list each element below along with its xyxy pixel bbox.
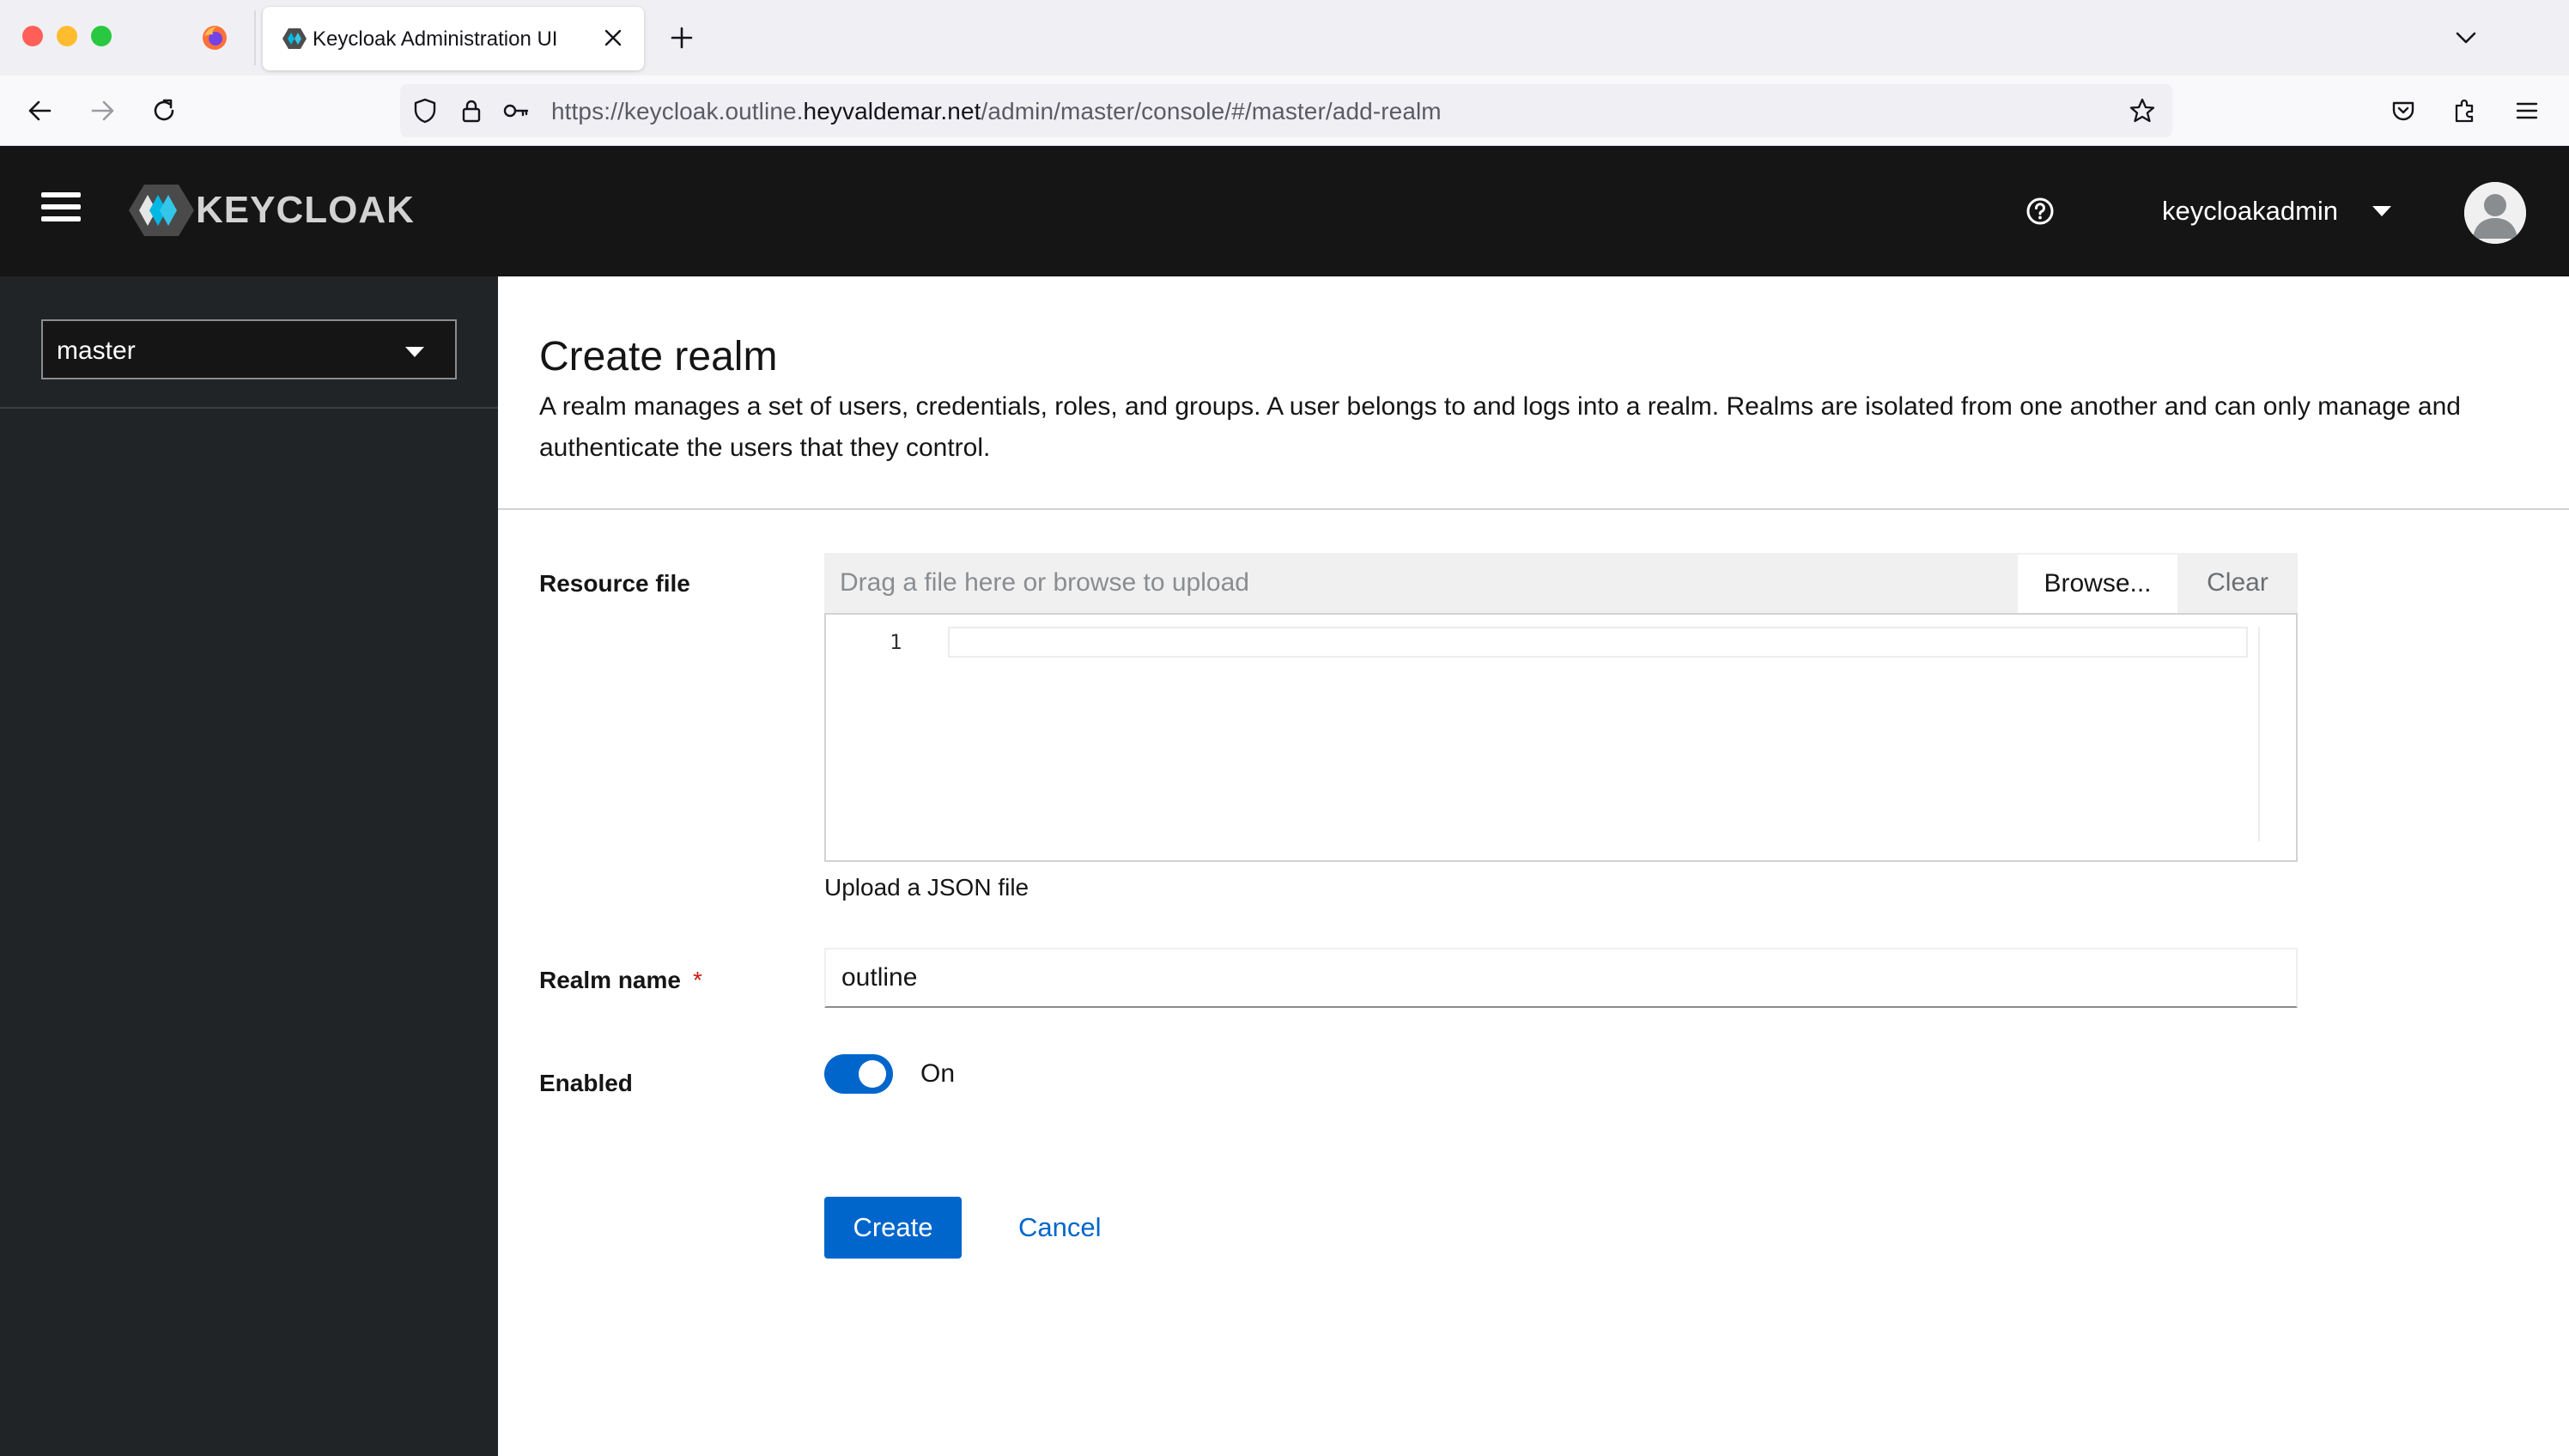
editor-line-number: 1 <box>890 630 902 654</box>
brand-name: KEYCLOAK <box>196 189 415 231</box>
browser-nav-bar: https://keycloak.outline.heyvaldemar.net… <box>0 76 2569 146</box>
tab-keycloak-admin[interactable]: Keycloak Administration UI <box>263 7 644 70</box>
cancel-button[interactable]: Cancel <box>1018 1197 1102 1259</box>
extensions-puzzle-icon[interactable] <box>2445 91 2485 130</box>
json-code-editor[interactable]: 1 <box>824 613 2298 862</box>
file-placeholder: Drag a file here or browse to upload <box>840 568 1249 597</box>
page-title: Create realm <box>539 334 778 379</box>
enabled-state-label: On <box>920 1059 956 1088</box>
editor-active-line[interactable] <box>948 627 2248 658</box>
new-tab-icon[interactable] <box>665 21 699 55</box>
tracking-shield-icon[interactable] <box>409 94 441 127</box>
nav-toggle-hamburger-icon[interactable] <box>41 192 81 228</box>
bookmark-star-icon[interactable] <box>2126 94 2159 127</box>
page-description: A realm manages a set of users, credenti… <box>539 392 2461 462</box>
realm-name-input[interactable] <box>824 948 2298 1008</box>
browser-tab-bar: Keycloak Administration UI <box>0 0 2569 76</box>
key-icon[interactable] <box>500 94 532 127</box>
clear-button[interactable]: Clear <box>2177 553 2298 613</box>
url-bar[interactable]: https://keycloak.outline.heyvaldemar.net… <box>400 84 2172 137</box>
window-minimize-button[interactable] <box>57 26 77 46</box>
user-avatar-icon <box>2464 182 2526 244</box>
back-arrow-icon[interactable] <box>21 91 60 130</box>
realm-name-label: Realm name * <box>539 967 702 994</box>
tab-separator <box>254 10 256 65</box>
help-icon[interactable] <box>2021 192 2059 230</box>
app-menu-icon[interactable] <box>2507 91 2547 130</box>
keycloak-logo-icon <box>129 185 194 236</box>
url-prefix: https://keycloak.outline. <box>551 98 804 124</box>
editor-scrollbar[interactable] <box>2258 627 2260 841</box>
realm-selector-value: master <box>57 337 136 365</box>
enabled-label: Enabled <box>539 1070 633 1096</box>
caret-down-icon <box>405 347 424 357</box>
enabled-toggle[interactable] <box>824 1054 893 1094</box>
url-text[interactable]: https://keycloak.outline.heyvaldemar.net… <box>551 98 1442 125</box>
forward-arrow-icon[interactable] <box>82 91 122 130</box>
masthead: KEYCLOAK keycloakadmin <box>0 146 2569 276</box>
resource-file-label: Resource file <box>539 570 690 597</box>
sidebar-divider <box>0 407 498 409</box>
page-header: Create realm A realm manages a set of us… <box>498 276 2569 510</box>
caret-down-icon <box>2372 206 2392 216</box>
username: keycloakadmin <box>2162 196 2339 226</box>
tab-title: Keycloak Administration UI <box>313 27 558 51</box>
chevron-down-icon[interactable] <box>2449 21 2483 55</box>
create-button[interactable]: Create <box>824 1197 962 1259</box>
realm-selector[interactable]: master <box>41 319 457 379</box>
reload-icon[interactable] <box>144 91 184 130</box>
browse-button[interactable]: Browse... <box>2018 553 2177 613</box>
avatar[interactable] <box>2464 182 2526 244</box>
lock-icon[interactable] <box>455 94 488 127</box>
sidebar: master <box>0 276 498 1456</box>
pocket-icon[interactable] <box>2384 91 2423 130</box>
url-path: /admin/master/console/#/master/add-realm <box>981 98 1442 124</box>
user-menu-toggle[interactable]: keycloakadmin <box>2162 191 2392 232</box>
close-tab-icon[interactable] <box>598 22 629 53</box>
window-close-button[interactable] <box>22 26 43 46</box>
file-upload: Drag a file here or browse to upload Bro… <box>824 553 2298 613</box>
url-host: heyvaldemar.net <box>803 98 981 124</box>
file-drop-zone[interactable]: Drag a file here or browse to upload <box>824 553 2018 613</box>
window-maximize-button[interactable] <box>91 26 112 46</box>
required-marker: * <box>692 967 702 993</box>
keycloak-logo[interactable]: KEYCLOAK <box>129 180 415 240</box>
toggle-knob <box>859 1060 886 1088</box>
firefox-view-icon[interactable] <box>201 24 228 52</box>
upload-helper-text: Upload a JSON file <box>824 874 1029 901</box>
keycloak-favicon-icon <box>282 26 307 52</box>
realm-name-field[interactable] <box>826 949 2296 1006</box>
realm-name-label-text: Realm name <box>539 967 681 993</box>
